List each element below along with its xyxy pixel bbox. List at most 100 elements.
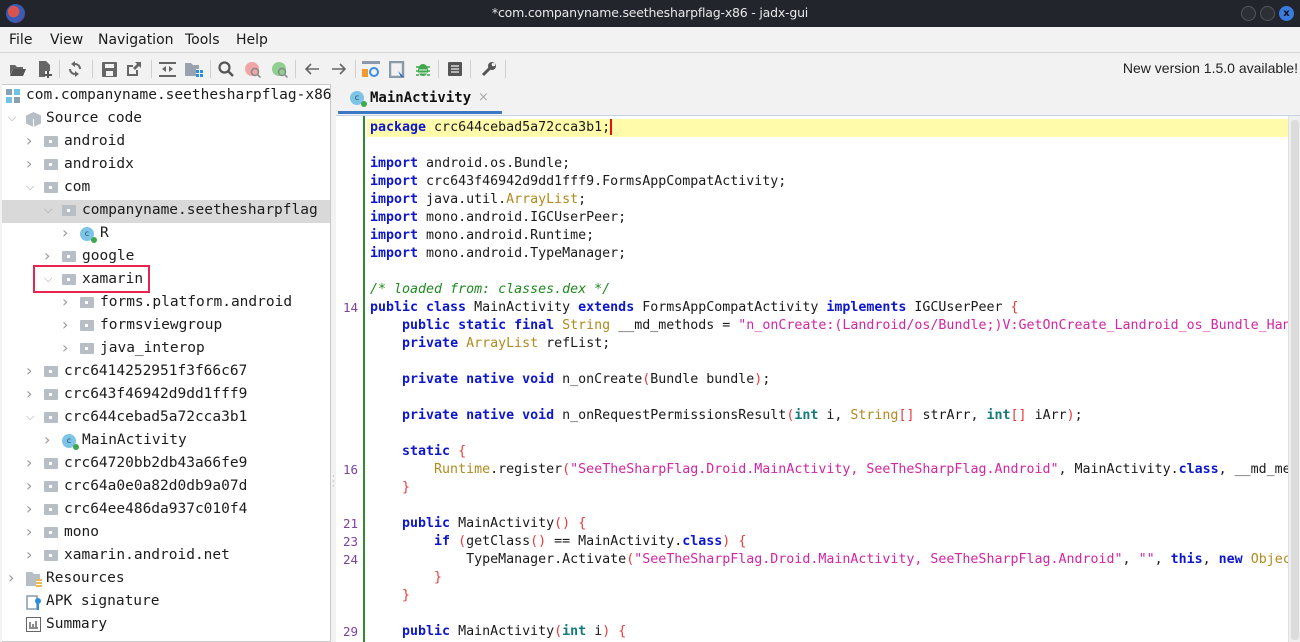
code-line[interactable]: import mono.android.TypeManager; bbox=[370, 245, 626, 263]
code-line[interactable]: private native void n_onCreate(Bundle bu… bbox=[370, 371, 770, 389]
chevron-right-icon[interactable]: › bbox=[26, 545, 32, 564]
code-line[interactable]: public MainActivity(int i) { bbox=[370, 623, 626, 641]
tree-item[interactable]: › crc64ee486da937c010f4 bbox=[2, 499, 330, 522]
tree-item[interactable]: Summary bbox=[2, 614, 330, 637]
toolbar bbox=[0, 54, 1300, 84]
chevron-right-icon[interactable]: › bbox=[26, 499, 32, 518]
tree-root[interactable]: com.companyname.seethesharpflag-x86 bbox=[2, 85, 332, 108]
chevron-right-icon[interactable]: › bbox=[26, 453, 32, 472]
code-line[interactable]: /* loaded from: classes.dex */ bbox=[370, 281, 610, 299]
save-all-icon[interactable] bbox=[100, 60, 118, 78]
vertical-scrollbar[interactable] bbox=[1288, 116, 1300, 642]
chevron-right-icon[interactable]: › bbox=[44, 430, 50, 449]
tree-item[interactable]: ⌵ com bbox=[2, 177, 330, 200]
sync-icon[interactable] bbox=[66, 60, 84, 78]
chevron-right-icon[interactable]: › bbox=[26, 361, 32, 380]
tree-item[interactable]: › crc6414252951f3f66c67 bbox=[2, 361, 330, 384]
chevron-right-icon[interactable]: › bbox=[62, 292, 68, 311]
menu-help[interactable]: Help bbox=[236, 32, 268, 48]
code-line[interactable]: if (getClass() == MainActivity.class) { bbox=[370, 533, 746, 551]
tree-item[interactable]: › c MainActivity bbox=[2, 430, 330, 453]
update-notice[interactable]: New version 1.5.0 available! bbox=[1123, 60, 1298, 76]
tree-item[interactable]: › mono bbox=[2, 522, 330, 545]
tree-item[interactable]: › java_interop bbox=[2, 338, 330, 361]
code-line[interactable]: private ArrayList refList; bbox=[370, 335, 610, 353]
code-line[interactable]: import java.util.ArrayList; bbox=[370, 191, 586, 209]
chevron-right-icon[interactable]: › bbox=[62, 315, 68, 334]
code-line[interactable]: } bbox=[370, 569, 442, 587]
chevron-right-icon[interactable]: › bbox=[8, 568, 14, 587]
tree-item[interactable]: › xamarin.android.net bbox=[2, 545, 330, 568]
tree-item[interactable]: › Resources bbox=[2, 568, 330, 591]
minimize-button[interactable] bbox=[1241, 6, 1256, 21]
search-icon[interactable] bbox=[217, 60, 235, 78]
code-line[interactable]: import mono.android.IGCUserPeer; bbox=[370, 209, 626, 227]
forward-arrow-icon[interactable] bbox=[329, 60, 347, 78]
close-window-button[interactable]: x bbox=[1279, 6, 1294, 21]
code-line[interactable]: public class MainActivity extends FormsA… bbox=[370, 299, 1019, 317]
chevron-right-icon[interactable]: › bbox=[26, 522, 32, 541]
tree-item[interactable]: › androidx bbox=[2, 154, 330, 177]
chevron-right-icon[interactable]: › bbox=[62, 338, 68, 357]
tree-item[interactable]: › c R bbox=[2, 223, 330, 246]
tree-item[interactable]: › crc64a0e0a82d0db9a07d bbox=[2, 476, 330, 499]
code-line[interactable]: TypeManager.Activate("SeeTheSharpFlag.Dr… bbox=[370, 551, 1288, 569]
menu-view[interactable]: View bbox=[50, 32, 83, 48]
line-number: 23 bbox=[342, 534, 358, 549]
quark-icon[interactable] bbox=[388, 60, 406, 78]
tree-item[interactable]: › formsviewgroup bbox=[2, 315, 330, 338]
add-files-icon[interactable] bbox=[35, 60, 53, 78]
code-line[interactable]: import crc643f46942d9dd1fff9.FormsAppCom… bbox=[370, 173, 786, 191]
chevron-right-icon[interactable]: › bbox=[26, 131, 32, 150]
code-line[interactable]: } bbox=[370, 587, 410, 605]
find-class-icon[interactable] bbox=[271, 60, 289, 78]
tab-mainactivity[interactable]: c MainActivity × bbox=[338, 84, 502, 114]
menu-file[interactable]: File bbox=[9, 32, 32, 48]
code-line[interactable]: Runtime.register("SeeTheSharpFlag.Droid.… bbox=[370, 461, 1288, 479]
tree-item[interactable]: › crc64720bb2db43a66fe9 bbox=[2, 453, 330, 476]
code-line[interactable]: package crc644cebad5a72cca3b1; bbox=[367, 119, 1288, 137]
maximize-button[interactable] bbox=[1260, 6, 1275, 21]
tab-close-icon[interactable]: × bbox=[478, 90, 489, 105]
back-arrow-icon[interactable] bbox=[303, 60, 321, 78]
tree-item[interactable]: › forms.platform.android bbox=[2, 292, 330, 315]
chevron-right-icon[interactable]: › bbox=[62, 223, 68, 242]
log-viewer-icon[interactable] bbox=[446, 60, 464, 78]
chevron-down-icon[interactable]: ⌵ bbox=[26, 410, 34, 424]
menu-navigation[interactable]: Navigation bbox=[98, 32, 174, 48]
code-line[interactable]: public static final String __md_methods … bbox=[370, 317, 1288, 335]
code-line[interactable]: public MainActivity() { bbox=[370, 515, 586, 533]
package-view-icon[interactable] bbox=[185, 60, 203, 78]
open-file-icon[interactable] bbox=[9, 60, 27, 78]
tree-item[interactable]: › android bbox=[2, 131, 330, 154]
tree-item[interactable]: ⌵ crc644cebad5a72cca3b1 bbox=[2, 407, 330, 430]
tree-item-label: crc643f46942d9dd1fff9 bbox=[64, 386, 248, 402]
code-line[interactable]: import mono.android.Runtime; bbox=[370, 227, 594, 245]
tree-item[interactable]: ⌵ companyname.seethesharpflag bbox=[2, 200, 330, 223]
chevron-right-icon[interactable]: › bbox=[26, 154, 32, 173]
find-usage-icon[interactable] bbox=[244, 60, 262, 78]
folder-icon bbox=[80, 297, 94, 308]
code-editor[interactable]: 14 16 21 23 24 29 package crc644cebad5a72cca3… bbox=[336, 115, 1300, 642]
tree-item[interactable]: ⌵ Source code bbox=[2, 108, 330, 131]
debugger-bug-icon[interactable] bbox=[414, 60, 432, 78]
chevron-right-icon[interactable]: › bbox=[26, 384, 32, 403]
tree-item[interactable]: › crc643f46942d9dd1fff9 bbox=[2, 384, 330, 407]
scrollbar-thumb[interactable] bbox=[1291, 120, 1299, 640]
preferences-wrench-icon[interactable] bbox=[480, 60, 498, 78]
menu-tools[interactable]: Tools bbox=[185, 32, 220, 48]
code-area[interactable]: package crc644cebad5a72cca3b1; import and… bbox=[367, 116, 1288, 642]
chevron-down-icon[interactable]: ⌵ bbox=[44, 203, 52, 217]
deobfuscation-icon[interactable] bbox=[362, 60, 380, 78]
tree-item[interactable]: APK signature bbox=[2, 591, 330, 614]
chevron-down-icon[interactable]: ⌵ bbox=[8, 111, 16, 125]
flatten-packages-icon[interactable] bbox=[158, 60, 176, 78]
code-line[interactable]: static { bbox=[370, 443, 466, 461]
export-icon[interactable] bbox=[125, 60, 143, 78]
chevron-right-icon[interactable]: › bbox=[44, 246, 50, 265]
chevron-down-icon[interactable]: ⌵ bbox=[26, 180, 34, 194]
chevron-right-icon[interactable]: › bbox=[26, 476, 32, 495]
code-line[interactable]: import android.os.Bundle; bbox=[370, 155, 570, 173]
code-line[interactable]: } bbox=[370, 479, 410, 497]
code-line[interactable]: private native void n_onRequestPermissio… bbox=[370, 407, 1083, 425]
